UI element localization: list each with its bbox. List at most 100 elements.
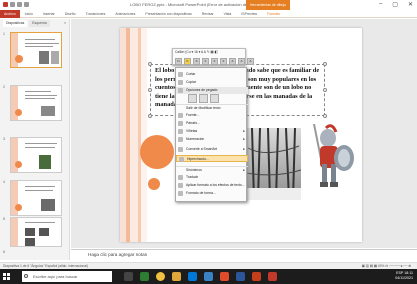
word-icon[interactable] (236, 272, 245, 281)
slide-thumbnail-4[interactable] (10, 180, 62, 216)
taskbar-search-input[interactable]: Escribe aquí para buscar (22, 271, 112, 282)
copy-icon (178, 80, 183, 85)
tab-insert[interactable]: Insertar (38, 12, 60, 16)
windows-start-icon[interactable] (3, 273, 10, 280)
tab-file[interactable]: Archivo (0, 9, 20, 18)
hyperlink-icon (179, 157, 184, 162)
tab-design[interactable]: Diseño (60, 12, 81, 16)
ribbon-tabs: Archivo Inicio Insertar Diseño Transicio… (0, 9, 417, 18)
scissors-icon (178, 72, 183, 77)
slide-number: 1 (3, 32, 5, 36)
menu-item-bullets[interactable]: Viñetas ▸ (176, 128, 248, 135)
highlight-button[interactable]: A (238, 58, 245, 65)
menu-item-text-effects[interactable]: Aplicar formato a los efectos de texto..… (176, 182, 248, 189)
chrome-icon[interactable] (156, 272, 165, 281)
smartart-icon (178, 147, 183, 152)
resize-handle[interactable] (148, 114, 152, 118)
task-view-icon[interactable] (124, 272, 133, 281)
slide-thumbnail-5[interactable] (10, 217, 62, 247)
edge-icon[interactable] (188, 272, 197, 281)
window-controls: – ▢ ✕ (379, 1, 413, 8)
tab-home[interactable]: Inicio (20, 12, 38, 16)
translate-icon (178, 175, 183, 180)
tab-animations[interactable]: Animaciones (110, 12, 140, 16)
store-icon[interactable] (204, 272, 213, 281)
bold-button[interactable]: N (175, 58, 182, 65)
resize-handle[interactable] (323, 114, 327, 118)
paragraph-icon (178, 121, 183, 126)
minimize-icon[interactable]: – (379, 1, 382, 8)
menu-item-smartart[interactable]: Convertir a SmartArt ▸ (176, 146, 248, 153)
bullets-icon (178, 129, 183, 134)
slide-thumbnail-2[interactable] (10, 85, 62, 121)
tab-view[interactable]: Vista (219, 12, 237, 16)
menu-item-font[interactable]: Fuente... (176, 112, 248, 119)
paste-options (188, 94, 219, 103)
menu-item-numbering[interactable]: Numeración ▸ (176, 136, 248, 143)
text-effect-button[interactable]: A (247, 58, 254, 65)
resize-handle[interactable] (148, 62, 152, 66)
slide-number: 3 (3, 137, 5, 141)
forest-picture[interactable] (246, 128, 301, 200)
tab-slides[interactable]: Diapositivas (3, 20, 28, 27)
menu-item-hyperlink[interactable]: Hipervínculo... (176, 155, 248, 162)
save-icon[interactable] (10, 2, 15, 7)
paste-merge-format-button[interactable] (199, 94, 208, 103)
close-icon[interactable]: ✕ (408, 1, 413, 8)
text-effects-icon (178, 183, 183, 188)
tab-slideshow[interactable]: Presentación con diapositivas (140, 12, 196, 16)
drawing-tools-context-label: Herramientas de dibujo (246, 0, 290, 10)
menu-paste-options-header: Opciones de pegado: (176, 87, 248, 94)
menu-item-shape-format[interactable]: Formato de forma... (176, 190, 248, 197)
slide-number: 6 (3, 250, 5, 254)
slide-number: 5 (3, 217, 5, 221)
redo-icon[interactable] (24, 2, 29, 7)
close-panel-icon[interactable]: × (64, 20, 66, 25)
menu-item-synonyms[interactable]: Sinónimos ▸ (176, 166, 248, 174)
tab-outline[interactable]: Esquema (29, 20, 50, 27)
slide-thumbnail-3[interactable] (10, 137, 62, 173)
paste-text-only-button[interactable] (210, 94, 219, 103)
app-icon[interactable] (268, 272, 277, 281)
menu-item-cut[interactable]: Cortar (176, 71, 248, 78)
system-tray[interactable]: ESP 18:11 04/11/2021 (395, 271, 413, 281)
knight-clipart[interactable] (308, 123, 358, 196)
app-icon[interactable] (220, 272, 229, 281)
paste-keep-format-button[interactable] (188, 94, 197, 103)
tab-review[interactable]: Revisar (197, 12, 219, 16)
font-size-box[interactable]: 16 (194, 50, 198, 54)
align-left-button[interactable]: ≡ (202, 58, 209, 65)
notes-placeholder: Haga clic para agregar notas (88, 252, 147, 257)
submenu-arrow-icon: ▸ (243, 137, 245, 141)
tab-transitions[interactable]: Transiciones (81, 12, 111, 16)
mini-toolbar: Calibri (Cu ▾ 16 ▾ A A ✎ ▦ ◧ N K S ≡ ≡ ≡… (172, 48, 254, 65)
slide-thumbnail-1[interactable] (10, 32, 62, 68)
menu-item-copy[interactable]: Copiar (176, 79, 248, 86)
resize-handle[interactable] (148, 88, 152, 92)
app-icon[interactable] (140, 272, 149, 281)
align-center-button[interactable]: ≡ (211, 58, 218, 65)
resize-handle[interactable] (323, 88, 327, 92)
align-right-button[interactable]: ≡ (220, 58, 227, 65)
numbering-icon (178, 137, 183, 142)
file-explorer-icon[interactable] (172, 272, 181, 281)
slide-number: 2 (3, 85, 5, 89)
submenu-arrow-icon: ▸ (243, 168, 245, 172)
resize-handle[interactable] (323, 62, 327, 66)
underline-button[interactable]: S (193, 58, 200, 65)
tab-format[interactable]: Formato (262, 12, 285, 16)
orange-circle-decoration (140, 135, 174, 169)
tab-ispreview[interactable]: ISPreview (236, 12, 262, 16)
font-color-button[interactable]: A (229, 58, 236, 65)
slides-panel-tabs: Diapositivas Esquema (3, 20, 50, 27)
undo-icon[interactable] (17, 2, 22, 7)
powerpoint-icon[interactable] (252, 272, 261, 281)
menu-item-exit-edit-text[interactable]: Salir de Modificar texto (176, 104, 248, 112)
maximize-icon[interactable]: ▢ (392, 1, 398, 8)
italic-button[interactable]: K (184, 58, 191, 65)
menu-item-translate[interactable]: Traducir (176, 174, 248, 181)
menu-item-paragraph[interactable]: Párrafo... (176, 120, 248, 127)
zoom-controls[interactable]: ▣ ▥ ▤ ▦ 49% ⊖ ─────●── ⊕ (362, 264, 411, 268)
language-indicator: ESP (396, 271, 404, 275)
font-name-box[interactable]: Calibri (Cu (175, 50, 191, 54)
